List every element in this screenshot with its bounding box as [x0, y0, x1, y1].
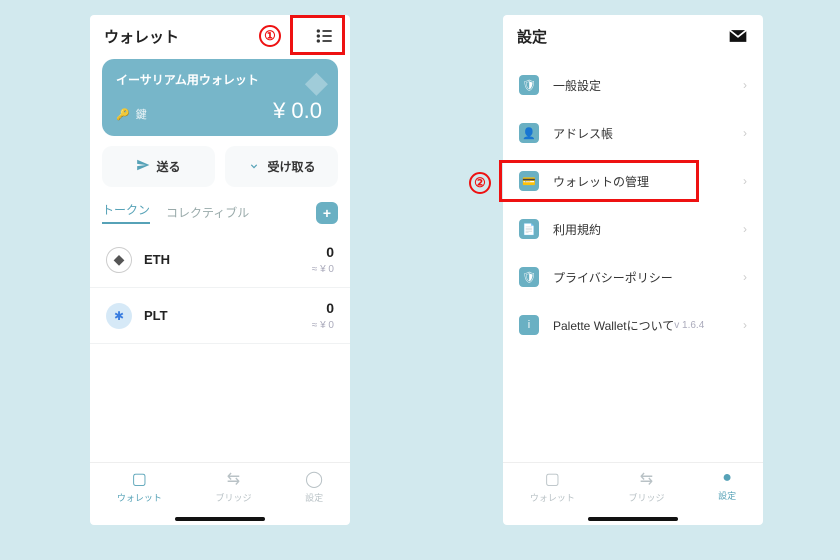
row-label: アドレス帳 — [553, 125, 613, 142]
chevron-right-icon: › — [743, 174, 747, 188]
tab-collectibles[interactable]: コレクティブル — [166, 204, 249, 221]
nav-label: ブリッジ — [628, 491, 664, 504]
shield-icon: 🛡 — [519, 75, 539, 95]
wallet-header: ウォレット — [90, 15, 350, 53]
bottom-nav: ▢ ウォレット ⇆ ブリッジ ◯ 設定 — [90, 462, 350, 514]
balance-amount: ¥ 0.0 — [273, 98, 322, 124]
nav-settings[interactable]: ◯ 設定 — [305, 469, 323, 504]
action-row: 送る 受け取る — [90, 146, 350, 197]
bottom-nav: ▢ ウォレット ⇆ ブリッジ ● 設定 — [503, 462, 763, 514]
wallet-name: イーサリアム用ウォレット — [116, 71, 324, 88]
token-symbol: ETH — [144, 252, 170, 267]
version-label: v 1.6.4 — [674, 320, 704, 331]
mail-button[interactable] — [727, 25, 749, 47]
settings-row-general[interactable]: 🛡 一般設定 › — [503, 61, 763, 109]
wallet-icon: ▢ — [545, 469, 560, 489]
contacts-icon: 👤 — [519, 123, 539, 143]
annotation-number-1: ① — [259, 25, 281, 47]
settings-icon: ● — [722, 469, 732, 487]
settings-row-address-book[interactable]: 👤 アドレス帳 › — [503, 109, 763, 157]
balance-card[interactable]: イーサリアム用ウォレット ◆ 🔑 鍵 ¥ 0.0 — [102, 59, 338, 136]
nav-label: ウォレット — [117, 491, 162, 504]
nav-label: ウォレット — [530, 491, 575, 504]
chevron-right-icon: › — [743, 126, 747, 140]
list-icon — [315, 26, 335, 46]
nav-label: 設定 — [305, 491, 323, 504]
wallet-icon: ▢ — [132, 469, 147, 489]
token-tabs: トークン コレクティブル + — [90, 197, 350, 232]
settings-screen: 設定 🛡 一般設定 › 👤 アドレス帳 › 💳 ウォレットの管理 › 📄 利用規… — [503, 15, 763, 525]
settings-row-about[interactable]: i Palette Walletについて v 1.6.4 › — [503, 301, 763, 349]
send-button[interactable]: 送る — [102, 146, 215, 187]
privacy-icon: 🛡 — [519, 267, 539, 287]
nav-label: 設定 — [718, 489, 736, 502]
bridge-icon: ⇆ — [640, 469, 653, 489]
row-label: Palette Walletについて — [553, 317, 674, 334]
page-title: 設定 — [517, 26, 547, 47]
chevron-right-icon: › — [743, 78, 747, 92]
plt-icon: ✱ — [106, 303, 132, 329]
wallet-screen: ウォレット イーサリアム用ウォレット ◆ 🔑 鍵 ¥ 0.0 送る 受け取る ト… — [90, 15, 350, 525]
token-row-eth[interactable]: ◆ ETH 0 ≈ ¥ 0 — [90, 232, 350, 288]
nav-bridge[interactable]: ⇆ ブリッジ — [628, 469, 664, 504]
token-amount: 0 — [312, 244, 334, 260]
row-label: 一般設定 — [553, 77, 601, 94]
info-icon: i — [519, 315, 539, 335]
receive-icon — [247, 158, 261, 175]
terms-icon: 📄 — [519, 219, 539, 239]
send-icon — [136, 158, 150, 175]
send-label: 送る — [156, 158, 180, 175]
receive-button[interactable]: 受け取る — [225, 146, 338, 187]
key-label: 鍵 — [136, 106, 147, 122]
wallet-manage-icon: 💳 — [519, 171, 539, 191]
row-label: 利用規約 — [553, 221, 601, 238]
menu-list-button[interactable] — [314, 25, 336, 47]
settings-icon: ◯ — [305, 469, 323, 489]
row-label: ウォレットの管理 — [553, 173, 649, 190]
chevron-right-icon: › — [743, 222, 747, 236]
token-fiat: ≈ ¥ 0 — [312, 264, 334, 275]
tab-tokens[interactable]: トークン — [102, 201, 150, 224]
settings-row-wallet-management[interactable]: 💳 ウォレットの管理 › — [503, 157, 763, 205]
settings-header: 設定 — [503, 15, 763, 53]
chevron-right-icon: › — [743, 270, 747, 284]
token-list: ◆ ETH 0 ≈ ¥ 0 ✱ PLT 0 ≈ ¥ 0 — [90, 232, 350, 344]
settings-row-terms[interactable]: 📄 利用規約 › — [503, 205, 763, 253]
eth-logo-icon: ◆ — [305, 65, 328, 100]
settings-row-privacy[interactable]: 🛡 プライバシーポリシー › — [503, 253, 763, 301]
key-icon: 🔑 — [116, 108, 130, 121]
bridge-icon: ⇆ — [227, 469, 240, 489]
token-symbol: PLT — [144, 308, 168, 323]
token-fiat: ≈ ¥ 0 — [312, 320, 334, 331]
nav-wallet[interactable]: ▢ ウォレット — [530, 469, 575, 504]
page-title: ウォレット — [104, 26, 179, 47]
receive-label: 受け取る — [267, 158, 315, 175]
nav-wallet[interactable]: ▢ ウォレット — [117, 469, 162, 504]
home-indicator — [588, 517, 678, 521]
chevron-right-icon: › — [743, 318, 747, 332]
mail-icon — [728, 28, 748, 44]
row-label: プライバシーポリシー — [553, 269, 673, 286]
token-row-plt[interactable]: ✱ PLT 0 ≈ ¥ 0 — [90, 288, 350, 344]
eth-icon: ◆ — [106, 247, 132, 273]
settings-list: 🛡 一般設定 › 👤 アドレス帳 › 💳 ウォレットの管理 › 📄 利用規約 ›… — [503, 53, 763, 357]
home-indicator — [175, 517, 265, 521]
annotation-number-2: ② — [469, 172, 491, 194]
add-token-button[interactable]: + — [316, 202, 338, 224]
nav-settings[interactable]: ● 設定 — [718, 469, 736, 504]
nav-label: ブリッジ — [215, 491, 251, 504]
nav-bridge[interactable]: ⇆ ブリッジ — [215, 469, 251, 504]
token-amount: 0 — [312, 300, 334, 316]
